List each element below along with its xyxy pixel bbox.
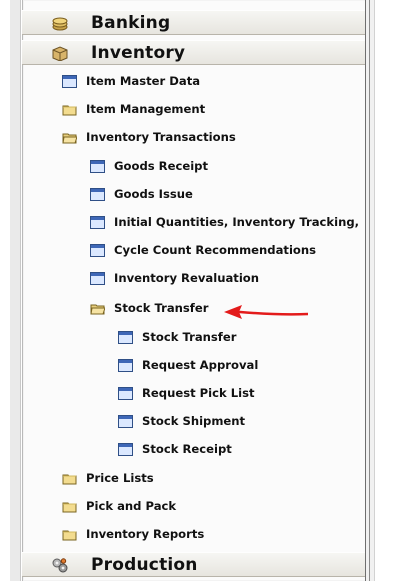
module-banking[interactable]: Banking (22, 10, 365, 35)
tree-item-price-lists[interactable]: Price Lists (62, 466, 362, 492)
tree-item-stock-shipment[interactable]: Stock Shipment (118, 409, 365, 435)
package-icon (52, 46, 68, 61)
tree-item-label: Request Approval (142, 358, 259, 372)
module-label: Banking (91, 13, 171, 33)
window-icon (118, 443, 133, 456)
folder-icon (62, 105, 77, 116)
window-icon (118, 415, 133, 428)
tree-item-inventory-transactions[interactable]: Inventory Transactions (62, 125, 362, 151)
window-icon (118, 331, 133, 344)
tree-item-label: Item Management (86, 102, 206, 116)
tree-item-stock-receipt[interactable]: Stock Receipt (118, 437, 365, 463)
module-label: Inventory (91, 43, 186, 63)
tree-item-label: Item Master Data (86, 74, 201, 88)
tree-item-label: Stock Transfer (114, 301, 209, 315)
window-icon (118, 387, 133, 400)
tree-item-label: Stock Transfer (142, 330, 237, 344)
window-icon (90, 244, 105, 257)
tree-item-label: Inventory Revaluation (114, 271, 260, 285)
module-inventory[interactable]: Inventory (22, 40, 365, 65)
folder-icon (62, 474, 77, 485)
window-icon (90, 216, 105, 229)
tree-item-label: Stock Receipt (142, 442, 232, 456)
left-rail (10, 0, 21, 581)
sap-main-menu: Banking Inventory Item Master Data Item … (0, 0, 396, 581)
tree-item-inventory-revaluation[interactable]: Inventory Revaluation (90, 266, 365, 292)
tree-item-initial-quantities[interactable]: Initial Quantities, Inventory Tracking, (90, 210, 365, 236)
coins-icon (52, 17, 68, 31)
tree-item-request-pick-list[interactable]: Request Pick List (118, 381, 365, 407)
tree-item-label: Cycle Count Recommendations (114, 243, 317, 257)
tree-item-label: Goods Issue (114, 187, 193, 201)
tree-item-goods-receipt[interactable]: Goods Receipt (90, 154, 365, 180)
tree-item-label: Inventory Transactions (86, 130, 236, 144)
tree-item-pick-and-pack[interactable]: Pick and Pack (62, 494, 362, 520)
tree-item-label: Stock Shipment (142, 414, 246, 428)
tree-item-label: Request Pick List (142, 386, 255, 400)
tree-item-label: Price Lists (86, 471, 154, 485)
red-arrow-icon (224, 305, 308, 319)
tree-item-label: Inventory Reports (86, 527, 205, 541)
right-rail[interactable] (365, 0, 375, 581)
tree-item-item-management[interactable]: Item Management (62, 97, 362, 123)
tree-item-label: Goods Receipt (114, 159, 209, 173)
tree-item-label: Pick and Pack (86, 499, 177, 513)
folder-icon (62, 530, 77, 541)
folder-icon (62, 502, 77, 513)
window-icon (90, 272, 105, 285)
tree-item-cycle-count-recommendations[interactable]: Cycle Count Recommendations (90, 238, 365, 264)
gears-icon (52, 558, 68, 573)
tree-item-goods-issue[interactable]: Goods Issue (90, 182, 365, 208)
window-icon (90, 188, 105, 201)
tree-item-inventory-reports[interactable]: Inventory Reports (62, 522, 362, 548)
tree-item-label: Initial Quantities, Inventory Tracking, (114, 215, 360, 229)
tree-item-item-master-data[interactable]: Item Master Data (62, 69, 362, 95)
module-production[interactable]: Production (22, 552, 365, 577)
window-icon (62, 75, 77, 88)
folder-open-icon (62, 133, 77, 144)
window-icon (118, 359, 133, 372)
module-label: Production (91, 555, 198, 575)
tree-item-stock-transfer[interactable]: Stock Transfer (118, 325, 365, 351)
tree-item-request-approval[interactable]: Request Approval (118, 353, 365, 379)
window-icon (90, 160, 105, 173)
folder-open-icon (90, 304, 105, 315)
